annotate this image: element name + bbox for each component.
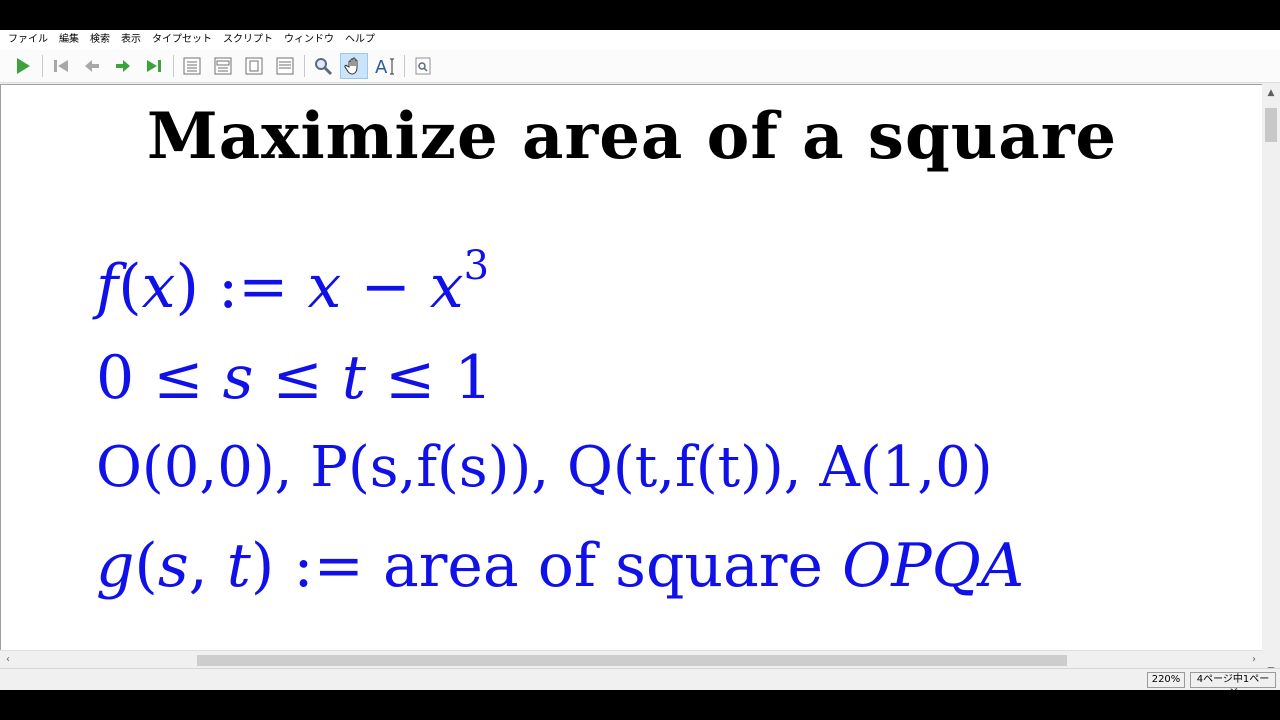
- typeset-button[interactable]: [9, 53, 37, 79]
- zoom-level[interactable]: 220%: [1147, 672, 1185, 688]
- math-line-area-definition: g(s, t) := area of square OPQA: [96, 531, 1025, 601]
- menu-search[interactable]: 検索: [86, 30, 117, 50]
- toolbar-separator: [304, 55, 305, 77]
- page-indicator: 4ページ中1ページ: [1190, 672, 1276, 699]
- magnify-icon: [315, 58, 333, 76]
- next-page-button[interactable]: [109, 53, 137, 79]
- math-line-function-definition: f(x) := x − x3: [96, 243, 490, 322]
- scroll-left-arrow-icon[interactable]: ‹: [0, 651, 16, 669]
- toolbar-separator: [173, 55, 174, 77]
- fit-page-button[interactable]: [240, 53, 268, 79]
- vertical-scrollbar[interactable]: ▲ ▼: [1262, 84, 1280, 680]
- page-title: Maximize area of a square: [146, 99, 1118, 174]
- single-page-icon: [183, 57, 201, 75]
- find-button[interactable]: [409, 53, 437, 79]
- scroll-right-arrow-icon[interactable]: ›: [1246, 651, 1262, 669]
- last-page-icon: [147, 60, 161, 72]
- menu-help[interactable]: ヘルプ: [341, 30, 382, 50]
- viewer-window: ファイル 編集 検索 表示 タイプセット スクリプト ウィンドウ ヘルプ A M…: [0, 30, 1280, 699]
- status-bar: 220% 4ページ中1ページ: [0, 668, 1280, 699]
- hand-tool-button[interactable]: [340, 53, 368, 79]
- first-page-button[interactable]: [47, 53, 75, 79]
- menu-edit[interactable]: 編集: [55, 30, 86, 50]
- horizontal-scroll-thumb[interactable]: [197, 655, 1067, 666]
- fit-page-icon: [245, 57, 263, 75]
- previous-page-icon: [85, 60, 99, 72]
- find-icon: [415, 57, 431, 75]
- single-page-button[interactable]: [178, 53, 206, 79]
- next-page-icon: [116, 60, 130, 72]
- magnify-button[interactable]: [309, 53, 337, 79]
- svg-text:A: A: [375, 57, 388, 76]
- document-view[interactable]: Maximize area of a square f(x) := x − x3…: [0, 84, 1262, 680]
- math-line-points: O(0,0), P(s,f(s)), Q(t,f(t)), A(1,0): [96, 435, 993, 500]
- last-page-button[interactable]: [140, 53, 168, 79]
- menu-window[interactable]: ウィンドウ: [280, 30, 341, 50]
- area-text: area of square: [382, 531, 823, 601]
- select-text-button[interactable]: A: [371, 53, 399, 79]
- toolbar-separator: [42, 55, 43, 77]
- previous-page-button[interactable]: [78, 53, 106, 79]
- menu-typeset[interactable]: タイプセット: [148, 30, 219, 50]
- horizontal-scrollbar[interactable]: ‹ ›: [0, 650, 1262, 668]
- toolbar-separator: [404, 55, 405, 77]
- menu-script[interactable]: スクリプト: [219, 30, 280, 50]
- typeset-play-icon: [17, 58, 30, 74]
- menu-view[interactable]: 表示: [117, 30, 148, 50]
- menu-bar: ファイル 編集 検索 表示 タイプセット スクリプト ウィンドウ ヘルプ: [0, 30, 1280, 50]
- menu-file[interactable]: ファイル: [4, 30, 55, 50]
- toolbar: A: [0, 50, 1280, 83]
- first-page-icon: [54, 60, 68, 72]
- select-text-icon: A: [375, 57, 394, 76]
- facing-pages-button[interactable]: [209, 53, 237, 79]
- vertical-scroll-thumb[interactable]: [1265, 108, 1277, 142]
- math-line-inequality: 0 ≤ s ≤ t ≤ 1: [96, 343, 493, 413]
- fit-width-button[interactable]: [271, 53, 299, 79]
- scroll-up-arrow-icon[interactable]: ▲: [1262, 84, 1280, 102]
- hand-tool-icon: [344, 57, 358, 75]
- fit-width-icon: [276, 57, 294, 75]
- facing-pages-icon: [214, 57, 232, 75]
